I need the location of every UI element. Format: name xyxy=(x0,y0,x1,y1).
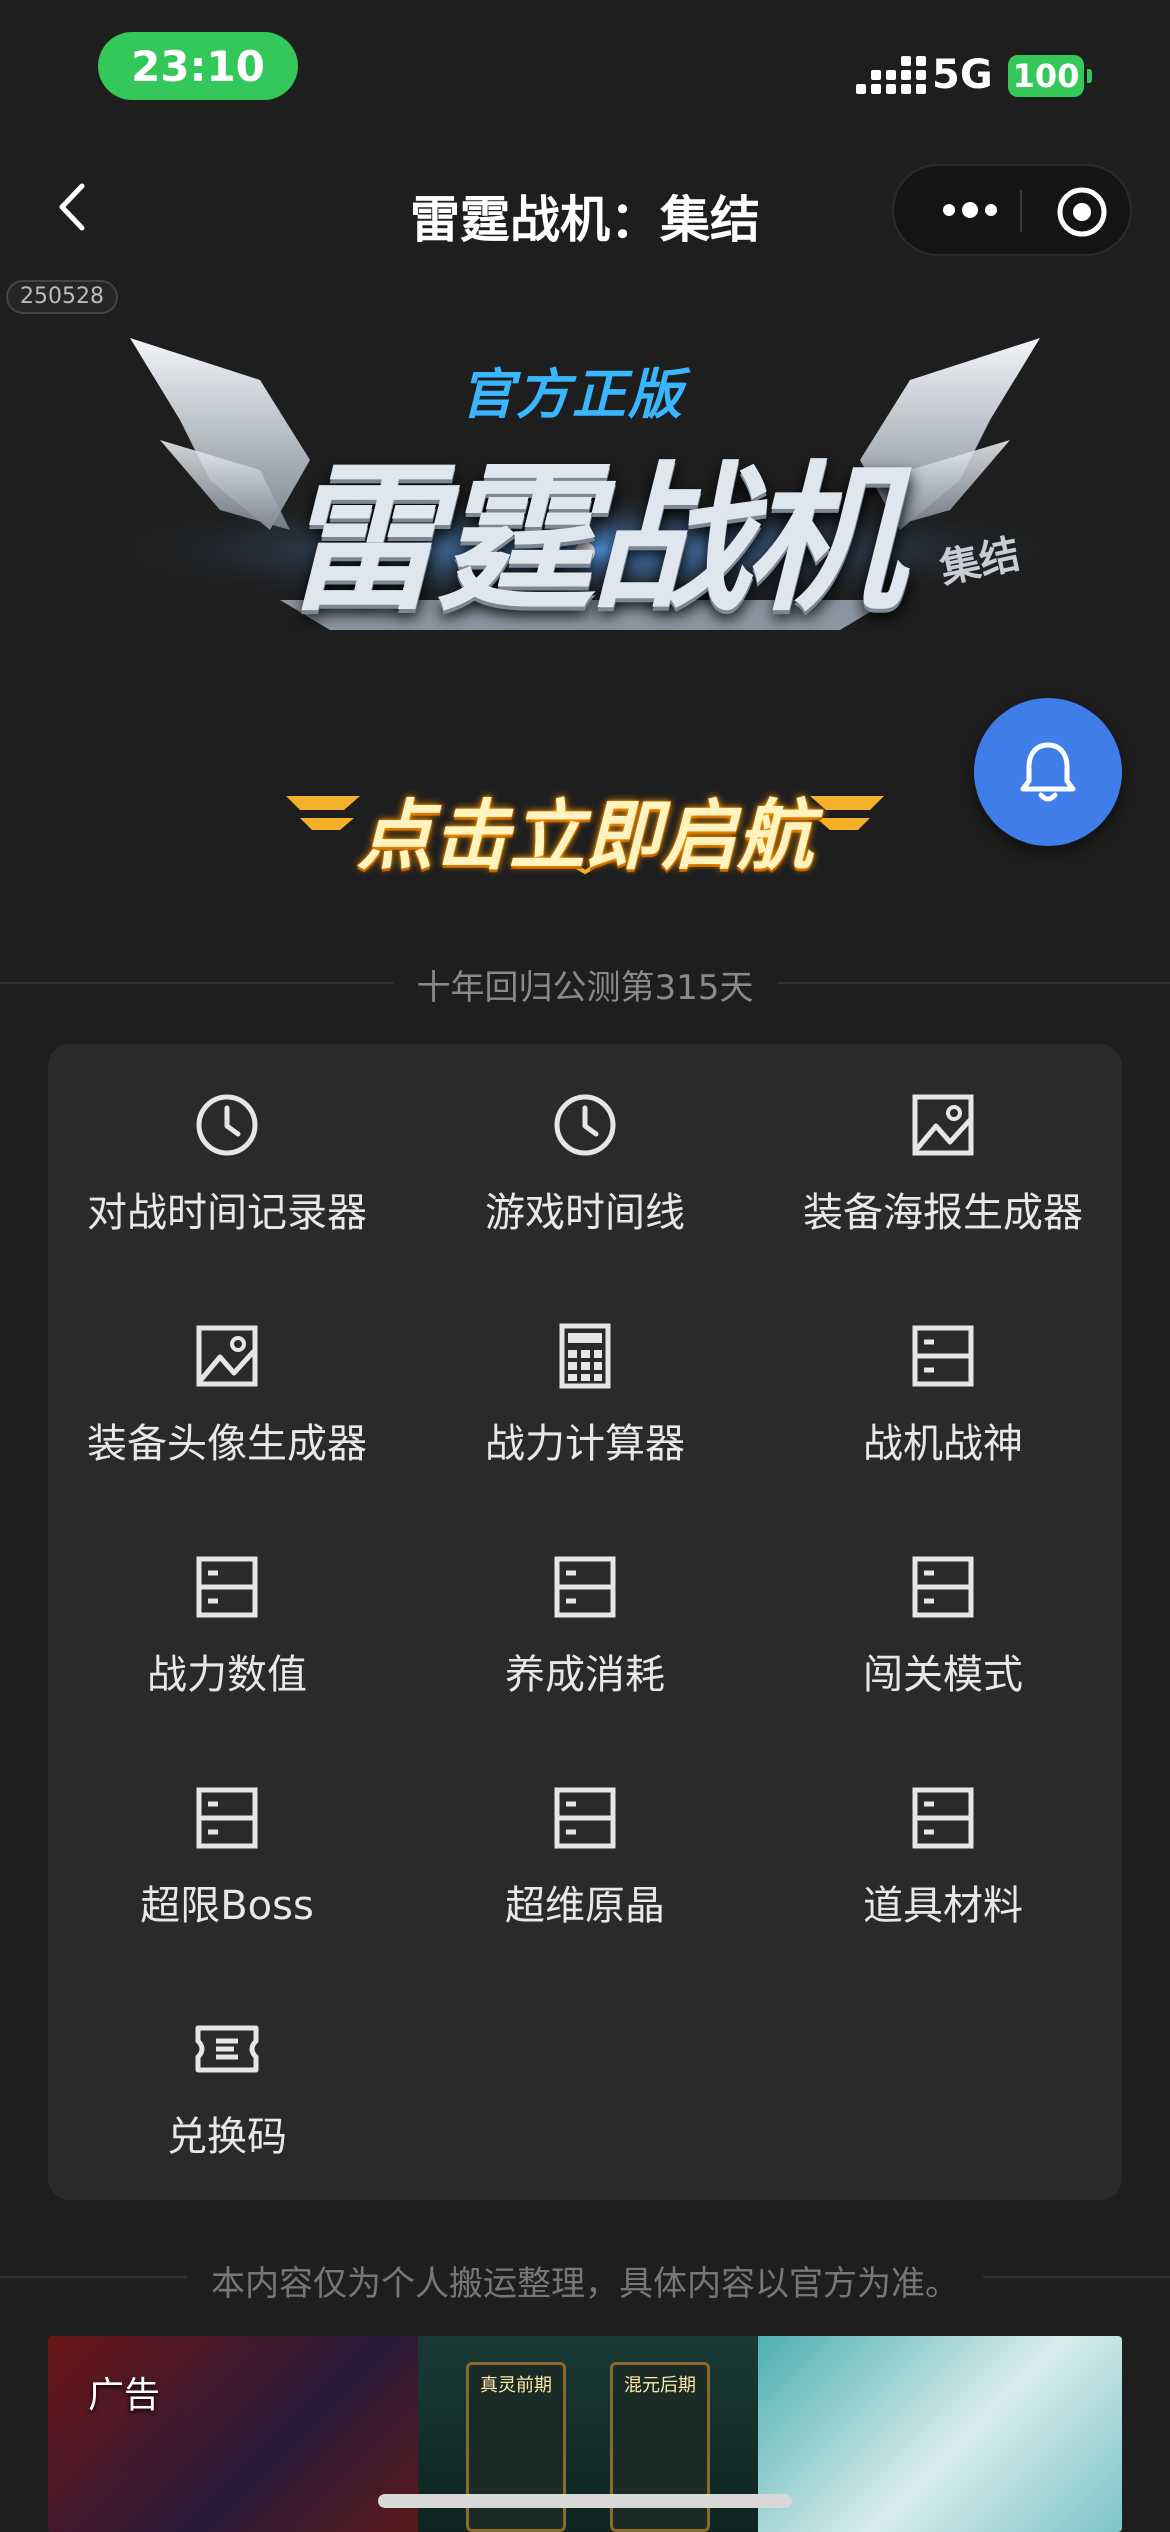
battery-icon: 100 xyxy=(1008,55,1084,97)
network-type: 5G xyxy=(932,52,993,98)
nav-bar: 雷霆战机：集结 xyxy=(0,150,1170,265)
tool-item[interactable]: 对战时间记录器 xyxy=(48,1044,406,1274)
panel-icon xyxy=(196,1556,258,1618)
clock-icon xyxy=(196,1094,258,1156)
image-icon xyxy=(912,1094,974,1156)
ticket-icon xyxy=(195,2025,259,2073)
tool-item[interactable]: 战力计算器 xyxy=(406,1275,764,1505)
tool-label: 游戏时间线 xyxy=(485,1190,685,1236)
tool-item[interactable]: 战机战神 xyxy=(764,1275,1122,1505)
tool-label: 装备海报生成器 xyxy=(803,1190,1083,1236)
calculator-icon xyxy=(559,1323,611,1389)
tool-label: 战力数值 xyxy=(147,1652,307,1698)
tool-label: 战力计算器 xyxy=(485,1421,685,1467)
tool-label: 对战时间记录器 xyxy=(87,1190,367,1236)
status-bar: 23:10 5G 100 xyxy=(0,0,1170,140)
tool-label: 兑换码 xyxy=(167,2114,287,2160)
ad-image-right xyxy=(758,2336,1122,2532)
notification-button[interactable] xyxy=(974,698,1122,846)
game-logo-banner: 官方正版 雷霆战机 集结 xyxy=(60,320,1110,700)
day-counter: 十年回归公测第315天 xyxy=(0,960,1170,1009)
tool-item[interactable]: 装备头像生成器 xyxy=(48,1275,406,1505)
version-tag: 250528 xyxy=(6,280,118,314)
tool-item[interactable]: 兑换码 xyxy=(48,1968,406,2198)
tool-item[interactable]: 超维原晶 xyxy=(406,1737,764,1967)
panel-icon xyxy=(912,1787,974,1849)
target-circle-icon[interactable] xyxy=(1056,186,1108,238)
tool-item[interactable]: 装备海报生成器 xyxy=(764,1044,1122,1274)
status-time: 23:10 xyxy=(98,32,298,100)
tool-item[interactable]: 闯关模式 xyxy=(764,1506,1122,1736)
tool-label: 闯关模式 xyxy=(863,1652,1023,1698)
tool-item[interactable]: 养成消耗 xyxy=(406,1506,764,1736)
signal-icon xyxy=(856,56,926,94)
bell-icon xyxy=(1020,742,1076,802)
disclaimer-text: 本内容仅为个人搬运整理，具体内容以官方为准。 xyxy=(0,2256,1170,2305)
battery-cap xyxy=(1087,69,1092,83)
clock-icon xyxy=(554,1094,616,1156)
capsule-divider xyxy=(1020,190,1022,232)
more-dots-icon[interactable] xyxy=(928,166,1012,254)
launch-button[interactable]: 点击立即启航 xyxy=(280,760,890,880)
panel-icon xyxy=(554,1787,616,1849)
tool-item[interactable]: 游戏时间线 xyxy=(406,1044,764,1274)
panel-icon xyxy=(912,1325,974,1387)
logo-text: 雷霆战机 xyxy=(281,446,904,633)
launch-label: 点击立即启航 xyxy=(357,791,813,880)
image-icon xyxy=(196,1325,258,1387)
panel-icon xyxy=(196,1787,258,1849)
tool-item[interactable]: 超限Boss xyxy=(48,1737,406,1967)
tool-item[interactable]: 道具材料 xyxy=(764,1737,1122,1967)
miniapp-capsule xyxy=(892,164,1132,256)
tool-label: 道具材料 xyxy=(863,1883,1023,1929)
tool-label: 战机战神 xyxy=(863,1421,1023,1467)
panel-icon xyxy=(912,1556,974,1618)
tool-label: 养成消耗 xyxy=(505,1652,665,1698)
panel-icon xyxy=(554,1556,616,1618)
home-indicator xyxy=(378,2494,792,2508)
tool-grid: 对战时间记录器 游戏时间线 装备海报生成器装备头像生成器 战力计算器 战机战神战力数值 养… xyxy=(48,1044,1122,2200)
tool-label: 超维原晶 xyxy=(505,1883,665,1929)
tool-label: 超限Boss xyxy=(140,1883,314,1929)
tool-item[interactable]: 战力数值 xyxy=(48,1506,406,1736)
ad-label: 广告 xyxy=(88,2375,161,2416)
tool-label: 装备头像生成器 xyxy=(87,1421,367,1467)
